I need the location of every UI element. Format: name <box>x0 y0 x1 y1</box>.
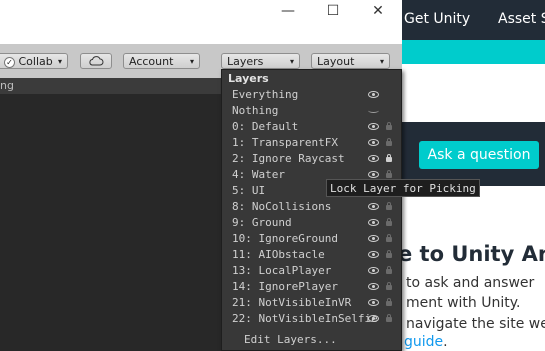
maximize-button[interactable]: ☐ <box>310 0 356 22</box>
welcome-text-line: ment with Unity. <box>406 295 521 311</box>
eye-icon[interactable] <box>368 155 379 162</box>
layer-item[interactable]: 11: AIObstacle <box>222 247 392 263</box>
layer-item-label: 13: LocalPlayer <box>232 264 332 277</box>
layer-item[interactable]: 13: LocalPlayer <box>222 263 392 279</box>
cloud-icon <box>89 56 104 66</box>
layer-item[interactable]: 1: TransparentFX <box>222 135 392 151</box>
lock-icon[interactable] <box>386 138 392 146</box>
eye-icon[interactable] <box>368 267 379 274</box>
site-accent-band <box>402 40 545 64</box>
layout-label: Layout <box>317 55 355 68</box>
chevron-down-icon: ▾ <box>189 57 194 66</box>
layer-item[interactable]: 2: Ignore Raycast <box>222 151 392 167</box>
welcome-text-line: navigate the site we <box>406 316 545 332</box>
layer-item-label: 2: Ignore Raycast <box>232 152 345 165</box>
lock-icon[interactable] <box>386 202 392 210</box>
account-label: Account <box>129 55 174 68</box>
nav-link-asset-store[interactable]: Asset S <box>498 0 545 40</box>
chevron-down-icon: ▾ <box>57 57 62 66</box>
layer-item-label: 9: Ground <box>232 216 292 229</box>
edit-layers-item[interactable]: Edit Layers... <box>244 333 337 346</box>
checkmark-icon: ✓ <box>4 57 15 68</box>
layer-item-label: 10: IgnoreGround <box>232 232 338 245</box>
eye-icon[interactable] <box>368 171 379 178</box>
cloud-button[interactable] <box>80 53 112 69</box>
collab-button[interactable]: ✓ Collab ▾ <box>0 53 68 69</box>
welcome-text-line: to ask and answer <box>406 275 535 291</box>
guide-link[interactable]: guide <box>404 334 443 350</box>
lock-icon[interactable] <box>386 218 392 226</box>
eye-closed-icon[interactable] <box>368 108 379 113</box>
lock-icon[interactable] <box>386 122 392 130</box>
guide-suffix: . <box>443 334 448 350</box>
welcome-heading: e to Unity An <box>398 242 545 266</box>
lock-icon[interactable] <box>386 314 392 322</box>
layer-item-label: 21: NotVisibleInVR <box>232 296 352 309</box>
lock-icon[interactable] <box>386 234 392 242</box>
eye-icon[interactable] <box>368 91 379 98</box>
layer-item[interactable]: 14: IgnorePlayer <box>222 279 392 295</box>
close-button[interactable]: ✕ <box>355 0 401 22</box>
eye-icon[interactable] <box>368 219 379 226</box>
lock-tooltip: Lock Layer for Picking <box>326 179 480 197</box>
layer-item[interactable]: 10: IgnoreGround <box>222 231 392 247</box>
lock-icon[interactable] <box>386 298 392 306</box>
layer-item-label: Nothing <box>232 104 279 117</box>
lock-icon[interactable] <box>386 282 392 290</box>
minimize-button[interactable]: — <box>265 0 311 22</box>
layer-item-label: Everything <box>232 88 299 101</box>
lock-icon[interactable] <box>386 154 392 162</box>
collab-label: Collab <box>18 55 53 68</box>
lock-icon[interactable] <box>386 266 392 274</box>
ask-question-button[interactable]: Ask a question <box>419 141 539 169</box>
layer-item[interactable]: Everything <box>222 87 392 103</box>
eye-icon[interactable] <box>368 123 379 130</box>
layer-item-label: 8: NoCollisions <box>232 200 332 213</box>
layer-item[interactable]: 21: NotVisibleInVR <box>222 295 392 311</box>
layer-item-label: 11: AIObstacle <box>232 248 325 261</box>
layers-label: Layers <box>227 55 264 68</box>
eye-icon[interactable] <box>368 235 379 242</box>
layer-item[interactable]: 0: Default <box>222 119 392 135</box>
layer-item[interactable]: 8: NoCollisions <box>222 199 392 215</box>
layer-item-label: 5: UI <box>232 184 266 197</box>
chevron-down-icon: ▾ <box>379 57 384 66</box>
layer-item-label: 1: TransparentFX <box>232 136 338 149</box>
layer-item[interactable]: 22: NotVisibleInSelfie <box>222 311 392 327</box>
lock-icon[interactable] <box>386 170 392 178</box>
layer-item-label: 4: Water <box>232 168 285 181</box>
layer-item[interactable]: 9: Ground <box>222 215 392 231</box>
eye-icon[interactable] <box>368 283 379 290</box>
lock-icon[interactable] <box>386 250 392 258</box>
eye-icon[interactable] <box>368 203 379 210</box>
eye-icon[interactable] <box>368 315 379 322</box>
hierarchy-label: ng <box>0 79 14 92</box>
account-button[interactable]: Account ▾ <box>123 53 200 69</box>
chevron-down-icon: ▾ <box>289 57 294 66</box>
layout-button[interactable]: Layout ▾ <box>311 53 390 69</box>
nav-link-get-unity[interactable]: Get Unity <box>404 0 470 40</box>
eye-icon[interactable] <box>368 139 379 146</box>
layers-dropdown-header: Layers <box>228 72 269 85</box>
layer-item-label: 0: Default <box>232 120 299 133</box>
layers-button[interactable]: Layers ▾ <box>221 53 300 69</box>
layer-item[interactable]: Nothing <box>222 103 392 119</box>
layer-item-label: 14: IgnorePlayer <box>232 280 338 293</box>
guide-link-line: guide. <box>404 334 448 350</box>
eye-icon[interactable] <box>368 299 379 306</box>
layer-item-label: 22: NotVisibleInSelfie <box>232 312 378 325</box>
eye-icon[interactable] <box>368 251 379 258</box>
